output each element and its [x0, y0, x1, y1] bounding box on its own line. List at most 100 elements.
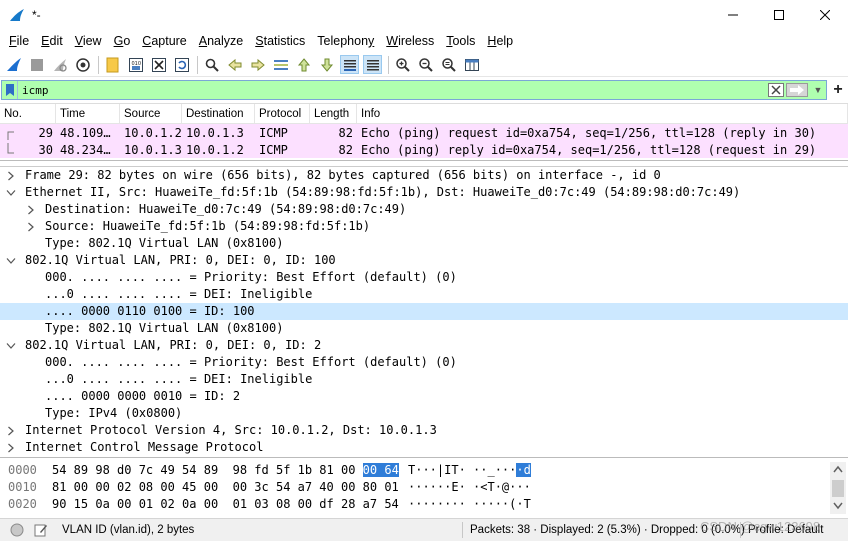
detail-field-row[interactable]: Type: 802.1Q Virtual LAN (0x8100)	[0, 320, 848, 337]
menu-capture[interactable]: Capture	[136, 34, 192, 48]
collapsed-chevron-icon[interactable]	[5, 422, 17, 439]
bytes-scrollbar[interactable]	[830, 462, 846, 514]
go-forward-button[interactable]	[248, 55, 267, 74]
close-button[interactable]	[802, 0, 848, 30]
expanded-chevron-icon[interactable]	[5, 337, 17, 354]
scroll-down-icon[interactable]	[833, 502, 843, 510]
column-header-protocol[interactable]: Protocol	[255, 103, 310, 124]
detail-protocol-row[interactable]: 802.1Q Virtual LAN, PRI: 0, DEI: 0, ID: …	[0, 337, 848, 354]
capture-options-button[interactable]	[73, 55, 92, 74]
menu-tools[interactable]: Tools	[440, 34, 481, 48]
go-last-button[interactable]	[317, 55, 336, 74]
chevron-down-icon: ▼	[813, 85, 823, 95]
filter-bookmark-button[interactable]	[2, 81, 18, 99]
start-capture-button[interactable]	[4, 55, 23, 74]
detail-protocol-row[interactable]: 802.1Q Virtual LAN, PRI: 0, DEI: 0, ID: …	[0, 252, 848, 269]
menu-statistics[interactable]: Statistics	[249, 34, 311, 48]
scroll-up-icon[interactable]	[833, 465, 843, 473]
hex-row[interactable]: 0010 81 00 00 02 08 00 45 00 00 3c 54 a7 …	[0, 479, 830, 496]
collapsed-chevron-icon[interactable]	[5, 439, 17, 456]
expanded-chevron-icon[interactable]	[5, 252, 17, 269]
collapsed-chevron-icon[interactable]	[5, 167, 17, 184]
hex-bytes[interactable]: 81 00 00 02 08 00 45 00 00 3c 54 a7 40 0…	[46, 479, 402, 496]
go-first-button[interactable]	[294, 55, 313, 74]
close-icon	[820, 10, 830, 20]
packet-row[interactable]: 29 48.109… 10.0.1.2 10.0.1.3 ICMP 82 Echo (pin…	[0, 124, 848, 141]
options-icon	[75, 57, 90, 72]
selected-bytes: 00 64	[362, 463, 399, 477]
detail-protocol-row[interactable]: Frame 29: 82 bytes on wire (656 bits), 8…	[0, 167, 848, 184]
packet-cell-length: 82	[338, 125, 353, 140]
hex-row[interactable]: 0020 90 15 0a 00 01 02 0a 00 01 03 08 00 …	[0, 496, 830, 513]
zoom-in-button[interactable]	[393, 55, 412, 74]
zoom-normal-button[interactable]	[439, 55, 458, 74]
go-back-button[interactable]	[225, 55, 244, 74]
column-header-destination[interactable]: Destination	[182, 103, 255, 124]
hex-ascii[interactable]: T···|IT· ··_····d	[402, 462, 532, 479]
edit-comment-icon[interactable]	[34, 523, 48, 537]
expanded-chevron-icon[interactable]	[5, 184, 17, 201]
detail-field-row[interactable]: 000. .... .... .... = Priority: Best Eff…	[0, 269, 848, 286]
column-header-source[interactable]: Source	[120, 103, 182, 124]
response-marker-icon	[7, 142, 14, 153]
detail-field-row[interactable]: .... 0000 0000 0010 = ID: 2	[0, 388, 848, 405]
minimize-button[interactable]	[710, 0, 756, 30]
clear-filter-icon[interactable]	[768, 83, 784, 97]
menu-wireless[interactable]: Wireless	[380, 34, 440, 48]
zoom-out-button[interactable]	[416, 55, 435, 74]
resize-columns-button[interactable]	[462, 55, 481, 74]
detail-protocol-row[interactable]: Internet Protocol Version 4, Src: 10.0.1…	[0, 422, 848, 439]
detail-field-row[interactable]: .... 0000 0110 0100 = ID: 100	[0, 303, 848, 320]
close-file-button[interactable]	[149, 55, 168, 74]
toolbar-separator	[388, 55, 389, 74]
hex-ascii[interactable]: ········ ·····(·T	[402, 496, 532, 513]
stop-capture-button[interactable]	[27, 55, 46, 74]
save-file-button[interactable]: 010	[126, 55, 145, 74]
hex-row[interactable]: 0000 54 89 98 d0 7c 49 54 89 98 fd 5f 1b …	[0, 462, 830, 479]
detail-field-row[interactable]: Type: 802.1Q Virtual LAN (0x8100)	[0, 235, 848, 252]
menu-analyze[interactable]: Analyze	[193, 34, 249, 48]
detail-field-row[interactable]: Destination: HuaweiTe_d0:7c:49 (54:89:98…	[0, 201, 848, 218]
filter-history-dropdown[interactable]: ▼	[812, 83, 824, 97]
packet-row[interactable]: 30 48.234… 10.0.1.3 10.0.1.2 ICMP 82 Echo (pin…	[0, 141, 848, 158]
menu-telephony[interactable]: Telephony	[311, 34, 380, 48]
collapsed-chevron-icon[interactable]	[25, 218, 37, 235]
collapsed-chevron-icon[interactable]	[25, 201, 37, 218]
detail-field-row[interactable]: ...0 .... .... .... = DEI: Ineligible	[0, 371, 848, 388]
hex-bytes[interactable]: 90 15 0a 00 01 02 0a 00 01 03 08 00 df 2…	[46, 496, 402, 513]
column-header-time[interactable]: Time	[56, 103, 120, 124]
add-filter-button[interactable]: +	[830, 81, 846, 98]
display-filter-input[interactable]: icmp	[22, 84, 768, 97]
packet-cell-time: 48.109…	[60, 125, 111, 140]
detail-field-row[interactable]: Type: IPv4 (0x0800)	[0, 405, 848, 422]
menu-go[interactable]: Go	[108, 34, 137, 48]
open-file-button[interactable]	[103, 55, 122, 74]
detail-protocol-row[interactable]: Ethernet II, Src: HuaweiTe_fd:5f:1b (54:…	[0, 184, 848, 201]
zoom-out-icon	[418, 57, 433, 72]
colorize-button[interactable]	[363, 55, 382, 74]
menu-help[interactable]: Help	[481, 34, 519, 48]
detail-text: Frame 29: 82 bytes on wire (656 bits), 8…	[25, 168, 661, 182]
menu-edit[interactable]: Edit	[35, 34, 69, 48]
detail-field-row[interactable]: 000. .... .... .... = Priority: Best Eff…	[0, 354, 848, 371]
maximize-button[interactable]	[756, 0, 802, 30]
find-packet-button[interactable]	[202, 55, 221, 74]
hex-bytes[interactable]: 54 89 98 d0 7c 49 54 89 98 fd 5f 1b 81 0…	[46, 462, 402, 479]
menu-file[interactable]: File	[3, 34, 35, 48]
auto-scroll-button[interactable]	[340, 55, 359, 74]
restart-capture-button[interactable]	[50, 55, 69, 74]
column-header-no[interactable]: No.	[0, 103, 56, 124]
apply-filter-arrow-icon[interactable]	[786, 83, 808, 97]
capture-status-icon[interactable]	[10, 523, 24, 537]
column-header-info[interactable]: Info	[357, 103, 848, 124]
hex-ascii[interactable]: ······E· ·<T·@···	[402, 479, 532, 496]
detail-protocol-row[interactable]: Internet Control Message Protocol	[0, 439, 848, 456]
column-header-length[interactable]: Length	[310, 103, 357, 124]
go-to-packet-button[interactable]	[271, 55, 290, 74]
detail-field-row[interactable]: ...0 .... .... .... = DEI: Ineligible	[0, 286, 848, 303]
scroll-thumb[interactable]	[832, 480, 844, 497]
reload-file-button[interactable]	[172, 55, 191, 74]
close-file-icon	[151, 57, 166, 72]
menu-view[interactable]: View	[69, 34, 108, 48]
detail-field-row[interactable]: Source: HuaweiTe_fd:5f:1b (54:89:98:fd:5…	[0, 218, 848, 235]
